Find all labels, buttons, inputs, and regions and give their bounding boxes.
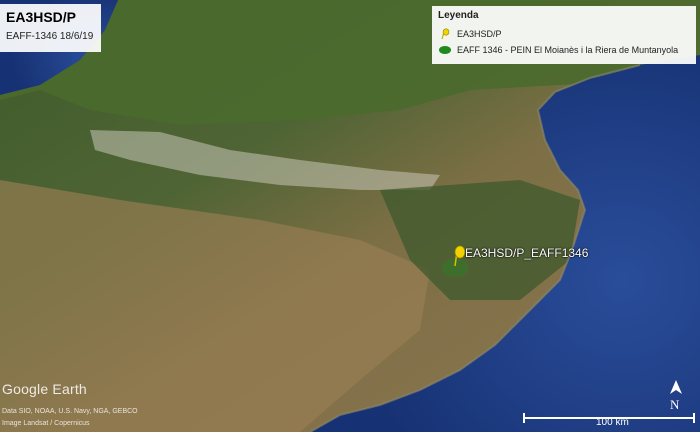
north-label: N: [670, 397, 680, 412]
image-credit: Image Landsat / Copernicus: [2, 420, 90, 427]
green-area-icon: [438, 44, 452, 56]
legend-item-pushpin[interactable]: EA3HSD/P: [438, 26, 690, 42]
title-card: EA3HSD/P EAFF-1346 18/6/19: [0, 4, 101, 52]
legend-item-label: EA3HSD/P: [457, 29, 502, 39]
map-title: EA3HSD/P: [6, 9, 77, 25]
satellite-map[interactable]: [0, 0, 700, 432]
map-subtitle: EAFF-1346 18/6/19: [6, 31, 94, 42]
legend-panel: Leyenda EA3HSD/P EAFF 1346 - PEIN El Moi…: [432, 6, 696, 64]
scale-label: 100 km: [596, 417, 629, 428]
legend-item-area[interactable]: EAFF 1346 - PEIN El Moianès i la Riera d…: [438, 42, 690, 58]
legend-title: Leyenda: [438, 10, 479, 21]
yellow-pushpin-icon: [438, 28, 452, 40]
google-earth-logo: Google Earth: [2, 381, 87, 397]
pushpin-label[interactable]: EA3HSD/P_EAFF1346: [465, 246, 588, 260]
legend-item-label: EAFF 1346 - PEIN El Moianès i la Riera d…: [457, 45, 679, 55]
data-credit: Data SIO, NOAA, U.S. Navy, NGA, GEBCO: [2, 408, 138, 415]
